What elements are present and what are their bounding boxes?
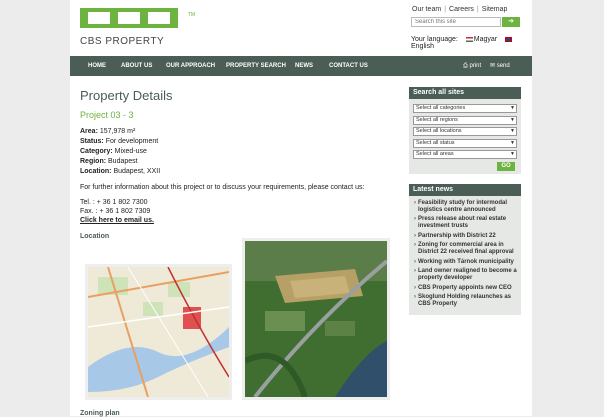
hungarian-flag-icon[interactable] [465,36,473,42]
nav-contact-us[interactable]: CONTACT US [329,56,368,76]
print-button[interactable]: ⎙ print [463,56,481,76]
dropdown-arrow-icon: ▼ [510,116,515,123]
page-title: Property Details [80,88,173,103]
news-box-title: Latest news [409,183,521,196]
dropdown-arrow-icon: ▼ [510,151,515,157]
news-item[interactable]: Zoning for commercial area in District 2… [414,242,518,256]
detail-location: Location: Budapest, XXII [80,168,161,175]
site-search-input[interactable] [411,17,501,27]
email-link[interactable]: Click here to email us. [80,217,154,224]
area-select[interactable]: Select all areas ▼ [413,150,517,159]
nav-home[interactable]: HOME [88,56,106,76]
lang-english[interactable]: English [411,43,434,50]
main-nav: HOME ABOUT US OUR APPROACH PROPERTY SEAR… [70,56,532,76]
detail-area: Area: 157,978 m² [80,128,136,135]
top-links: Our team | Careers | Sitemap [412,6,508,13]
nav-property-search[interactable]: PROPERTY SEARCH [226,56,286,76]
language-switcher: Your language: Magyar English [411,36,532,50]
category-select[interactable]: Select all categories ▼ [413,104,517,113]
send-button[interactable]: ✉ send [490,56,510,76]
dropdown-arrow-icon: ▼ [510,128,515,134]
news-item[interactable]: Skoglund Holding relaunches as CBS Prope… [414,294,518,308]
contact-info: Tel. : + 36 1 802 7300 Fax. : + 36 1 802… [80,198,390,225]
print-icon: ⎙ [463,63,468,69]
fax: Fax. : + 36 1 802 7309 [80,208,151,215]
property-details: Area: 157,978 m² Status: For development… [80,127,390,177]
news-item[interactable]: Press release about real estate investme… [414,216,518,230]
news-list: Feasibility study for intermodal logisti… [409,195,521,315]
nav-our-approach[interactable]: OUR APPROACH [166,56,215,76]
detail-status: Status: For development [80,138,159,145]
search-box-title: Search all sites [409,87,521,99]
our-team-link[interactable]: Our team [412,6,441,13]
go-button[interactable]: GO [497,161,515,171]
nav-news[interactable]: NEWS [295,56,313,76]
uk-flag-icon[interactable] [505,36,513,42]
page: TM CBS PROPERTY Our team | Careers | Sitemap… [70,0,532,417]
mail-icon: ✉ [490,63,496,69]
detail-region: Region: Budapest [80,158,138,165]
tel: Tel. : + 36 1 802 7300 [80,199,148,206]
location-map-image[interactable] [85,264,232,400]
logo-mark [80,8,178,28]
contact-paragraph: For further information about this proje… [80,184,365,191]
detail-category: Category: Mixed-use [80,148,147,155]
status-select[interactable]: Select all status ▼ [413,138,517,148]
main-content: Property Details Project 03 - 3 Area: 15… [80,88,390,240]
dropdown-arrow-icon: ▼ [510,105,515,111]
logo-text: CBS PROPERTY [80,36,165,47]
cbs-logo[interactable]: TM CBS PROPERTY [80,8,195,47]
project-title: Project 03 - 3 [80,110,134,120]
logo-tm: TM [188,12,196,18]
site-search-button[interactable]: ➜ [502,17,520,27]
nav-about-us[interactable]: ABOUT US [121,56,152,76]
region-select[interactable]: Select all regions ▼ [413,115,517,125]
language-label: Your language: [411,36,458,43]
aerial-photo-image[interactable] [242,238,390,400]
news-item[interactable]: Partnership with District 22 [414,233,518,240]
news-item[interactable]: Land owner realigned to become a propert… [414,268,518,282]
location-select[interactable]: Select all locations ▼ [413,127,517,136]
news-item[interactable]: Feasibility study for intermodal logisti… [414,200,518,214]
dropdown-arrow-icon: ▼ [510,139,515,146]
search-box: Select all categories ▼ Select all region… [409,99,521,174]
news-item[interactable]: Working with Tárnok municipality [414,259,518,266]
lang-magyar[interactable]: Magyar [474,36,497,43]
news-item[interactable]: CBS Property appoints new CEO [414,285,518,292]
careers-link[interactable]: Careers [449,6,474,13]
latest-news-box: Latest news Feasibility study for interm… [409,183,521,315]
sitemap-link[interactable]: Sitemap [482,6,508,13]
sidebar: Search all sites Select all categories ▼ … [409,87,521,315]
